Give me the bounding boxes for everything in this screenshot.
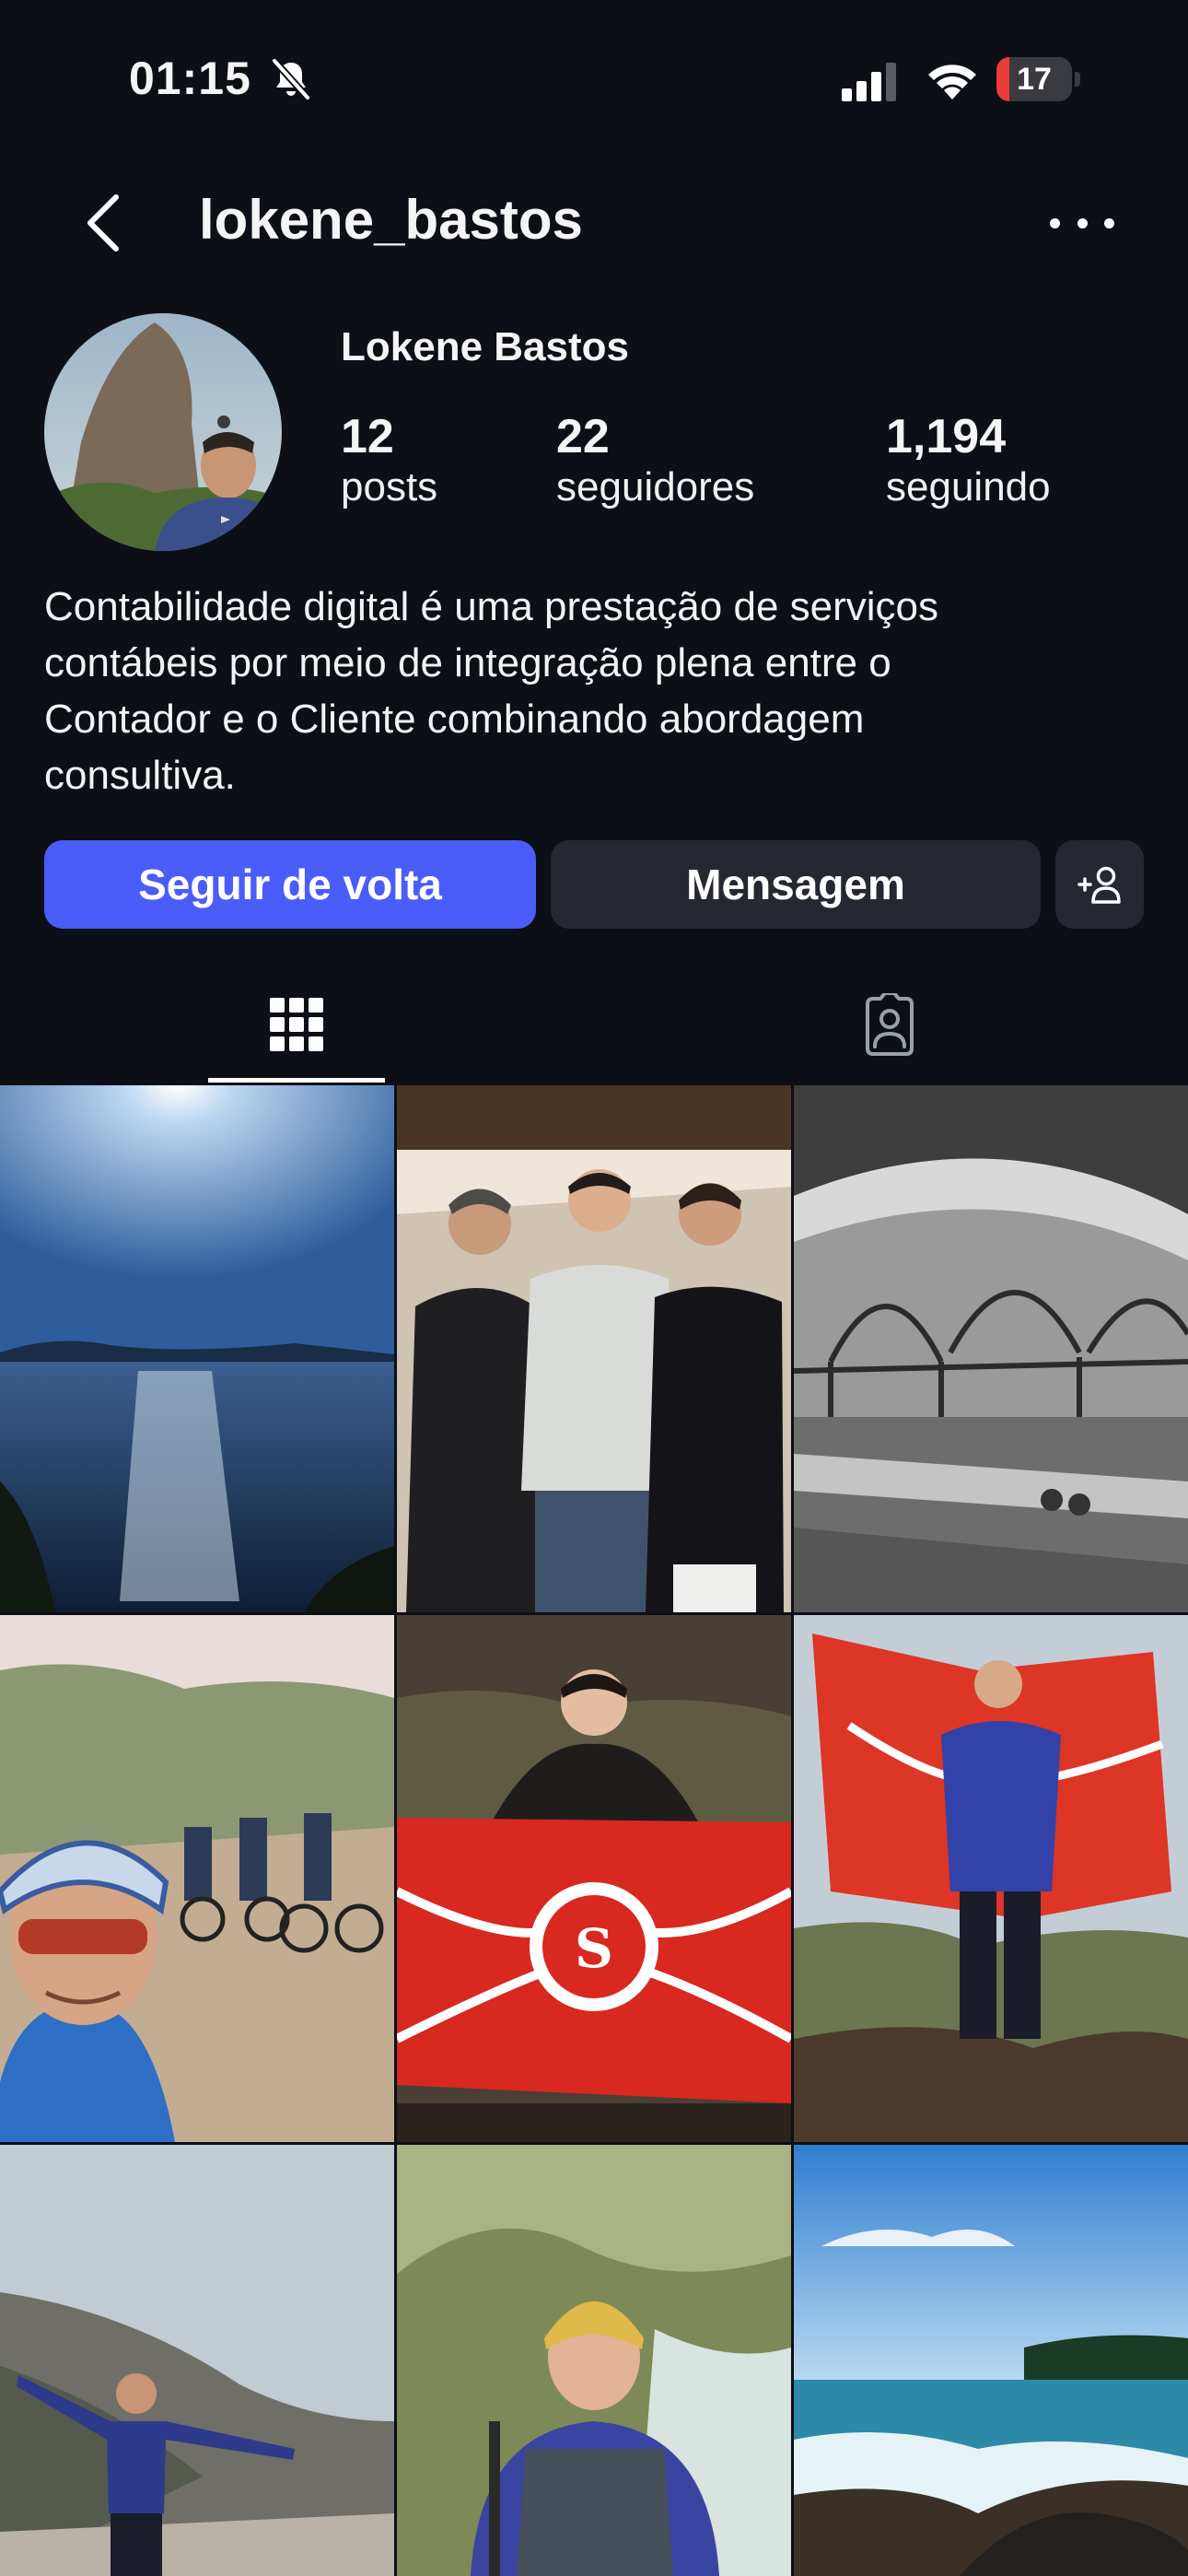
ellipsis-icon[interactable] [1050,197,1114,249]
post-thumbnail[interactable] [0,1085,394,1612]
woman-red-flag-photo [794,1615,1188,2142]
posts-count: 12 [341,410,394,463]
following-label: seguindo [886,464,1051,509]
tab-posts-grid[interactable] [208,967,385,1082]
three-men-photo [397,1085,791,1612]
man-rafting-helmet-photo [397,2145,791,2576]
post-thumbnail[interactable] [397,2145,791,2576]
post-thumbnail[interactable] [794,1615,1188,2142]
tab-tagged[interactable] [801,967,978,1082]
post-thumbnail[interactable] [0,1615,394,2142]
page-title-username: lokene_bastos [199,189,583,251]
tagged-person-icon [866,993,914,1056]
post-thumbnail[interactable] [0,2145,394,2576]
bell-slash-icon [272,58,310,100]
add-person-button[interactable] [1055,840,1144,929]
station-bw-photo [794,1085,1188,1612]
followers-label: seguidores [556,464,755,509]
grid-icon [270,998,323,1051]
wifi-icon [928,64,976,100]
display-name: Lokene Bastos [341,324,629,369]
person-add-icon [1077,866,1121,904]
ocean-sun-photo [0,1085,394,1612]
tab-selected-indicator [208,1078,385,1083]
stat-following[interactable]: 1,194 seguindo [886,409,1051,510]
chevron-left-icon[interactable] [83,192,123,254]
stat-posts[interactable]: 12 posts [341,409,437,510]
man-red-flag-photo: S [397,1615,791,2142]
posts-label: posts [341,464,438,509]
posts-grid: S [0,1085,1188,2576]
cyclist-selfie-photo [0,1615,394,2142]
battery-icon: 17 [996,57,1081,103]
beach-rocks-photo [794,2145,1188,2576]
message-button[interactable]: Mensagem [551,840,1041,929]
stat-followers[interactable]: 22 seguidores [556,409,754,510]
svg-text:S: S [575,1917,613,1980]
status-time: 01:15 [129,53,251,104]
post-thumbnail[interactable] [794,2145,1188,2576]
followers-count: 22 [556,410,610,463]
profile-bio: Contabilidade digital é uma prestação de… [44,584,939,798]
post-thumbnail[interactable] [794,1085,1188,1612]
post-thumbnail[interactable] [397,1085,791,1612]
man-cliff-arms-photo [0,2145,394,2576]
battery-level: 17 [1017,62,1052,97]
following-count: 1,194 [886,410,1007,463]
follow-back-button[interactable]: Seguir de volta [44,840,536,929]
cellular-signal-icon [842,63,896,101]
avatar[interactable] [44,313,282,551]
post-thumbnail[interactable]: S [397,1615,791,2142]
